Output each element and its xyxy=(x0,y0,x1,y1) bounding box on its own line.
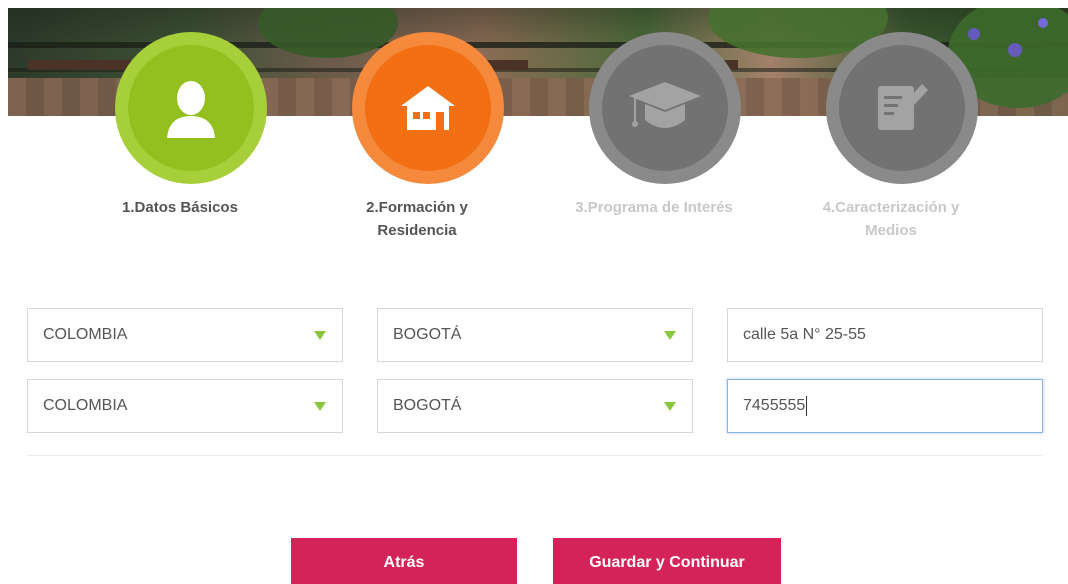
edit-document-icon xyxy=(878,84,928,130)
country-select-value: COLOMBIA xyxy=(43,326,128,343)
form-divider xyxy=(27,455,1043,456)
chevron-down-icon xyxy=(314,402,326,411)
step-2-label: 2.Formación y Residencia xyxy=(366,199,468,239)
country-select-2[interactable]: COLOMBIA xyxy=(27,379,343,433)
house-icon xyxy=(401,86,455,130)
step-2-circle[interactable] xyxy=(352,32,504,184)
step-3-label: 3.Programa de Interés xyxy=(575,199,733,216)
country-select[interactable]: COLOMBIA xyxy=(27,308,343,362)
address-input-value: calle 5a N° 25-55 xyxy=(743,326,866,343)
city-select-2-value: BOGOTÁ xyxy=(393,397,462,414)
country-select-2-value: COLOMBIA xyxy=(43,397,128,414)
step-4-label: 4.Caracterización y Medios xyxy=(822,199,960,239)
graduation-cap-icon xyxy=(629,82,701,128)
save-continue-button[interactable]: Guardar y Continuar xyxy=(553,538,781,584)
back-button[interactable]: Atrás xyxy=(291,538,517,584)
phone-input-value: 7455555 xyxy=(743,397,806,414)
chevron-down-icon xyxy=(664,402,676,411)
chevron-down-icon xyxy=(314,331,326,340)
address-input[interactable]: calle 5a N° 25-55 xyxy=(727,308,1043,362)
user-icon xyxy=(167,81,215,138)
chevron-down-icon xyxy=(664,331,676,340)
city-select-2[interactable]: BOGOTÁ xyxy=(377,379,693,433)
step-1-circle[interactable] xyxy=(115,32,267,184)
phone-input[interactable]: 7455555 xyxy=(727,379,1043,433)
step-4-circle[interactable] xyxy=(826,32,978,184)
text-cursor xyxy=(806,396,808,416)
city-select-value: BOGOTÁ xyxy=(393,326,462,343)
step-1-label: 1.Datos Básicos xyxy=(122,199,238,216)
step-3-circle[interactable] xyxy=(589,32,741,184)
city-select[interactable]: BOGOTÁ xyxy=(377,308,693,362)
